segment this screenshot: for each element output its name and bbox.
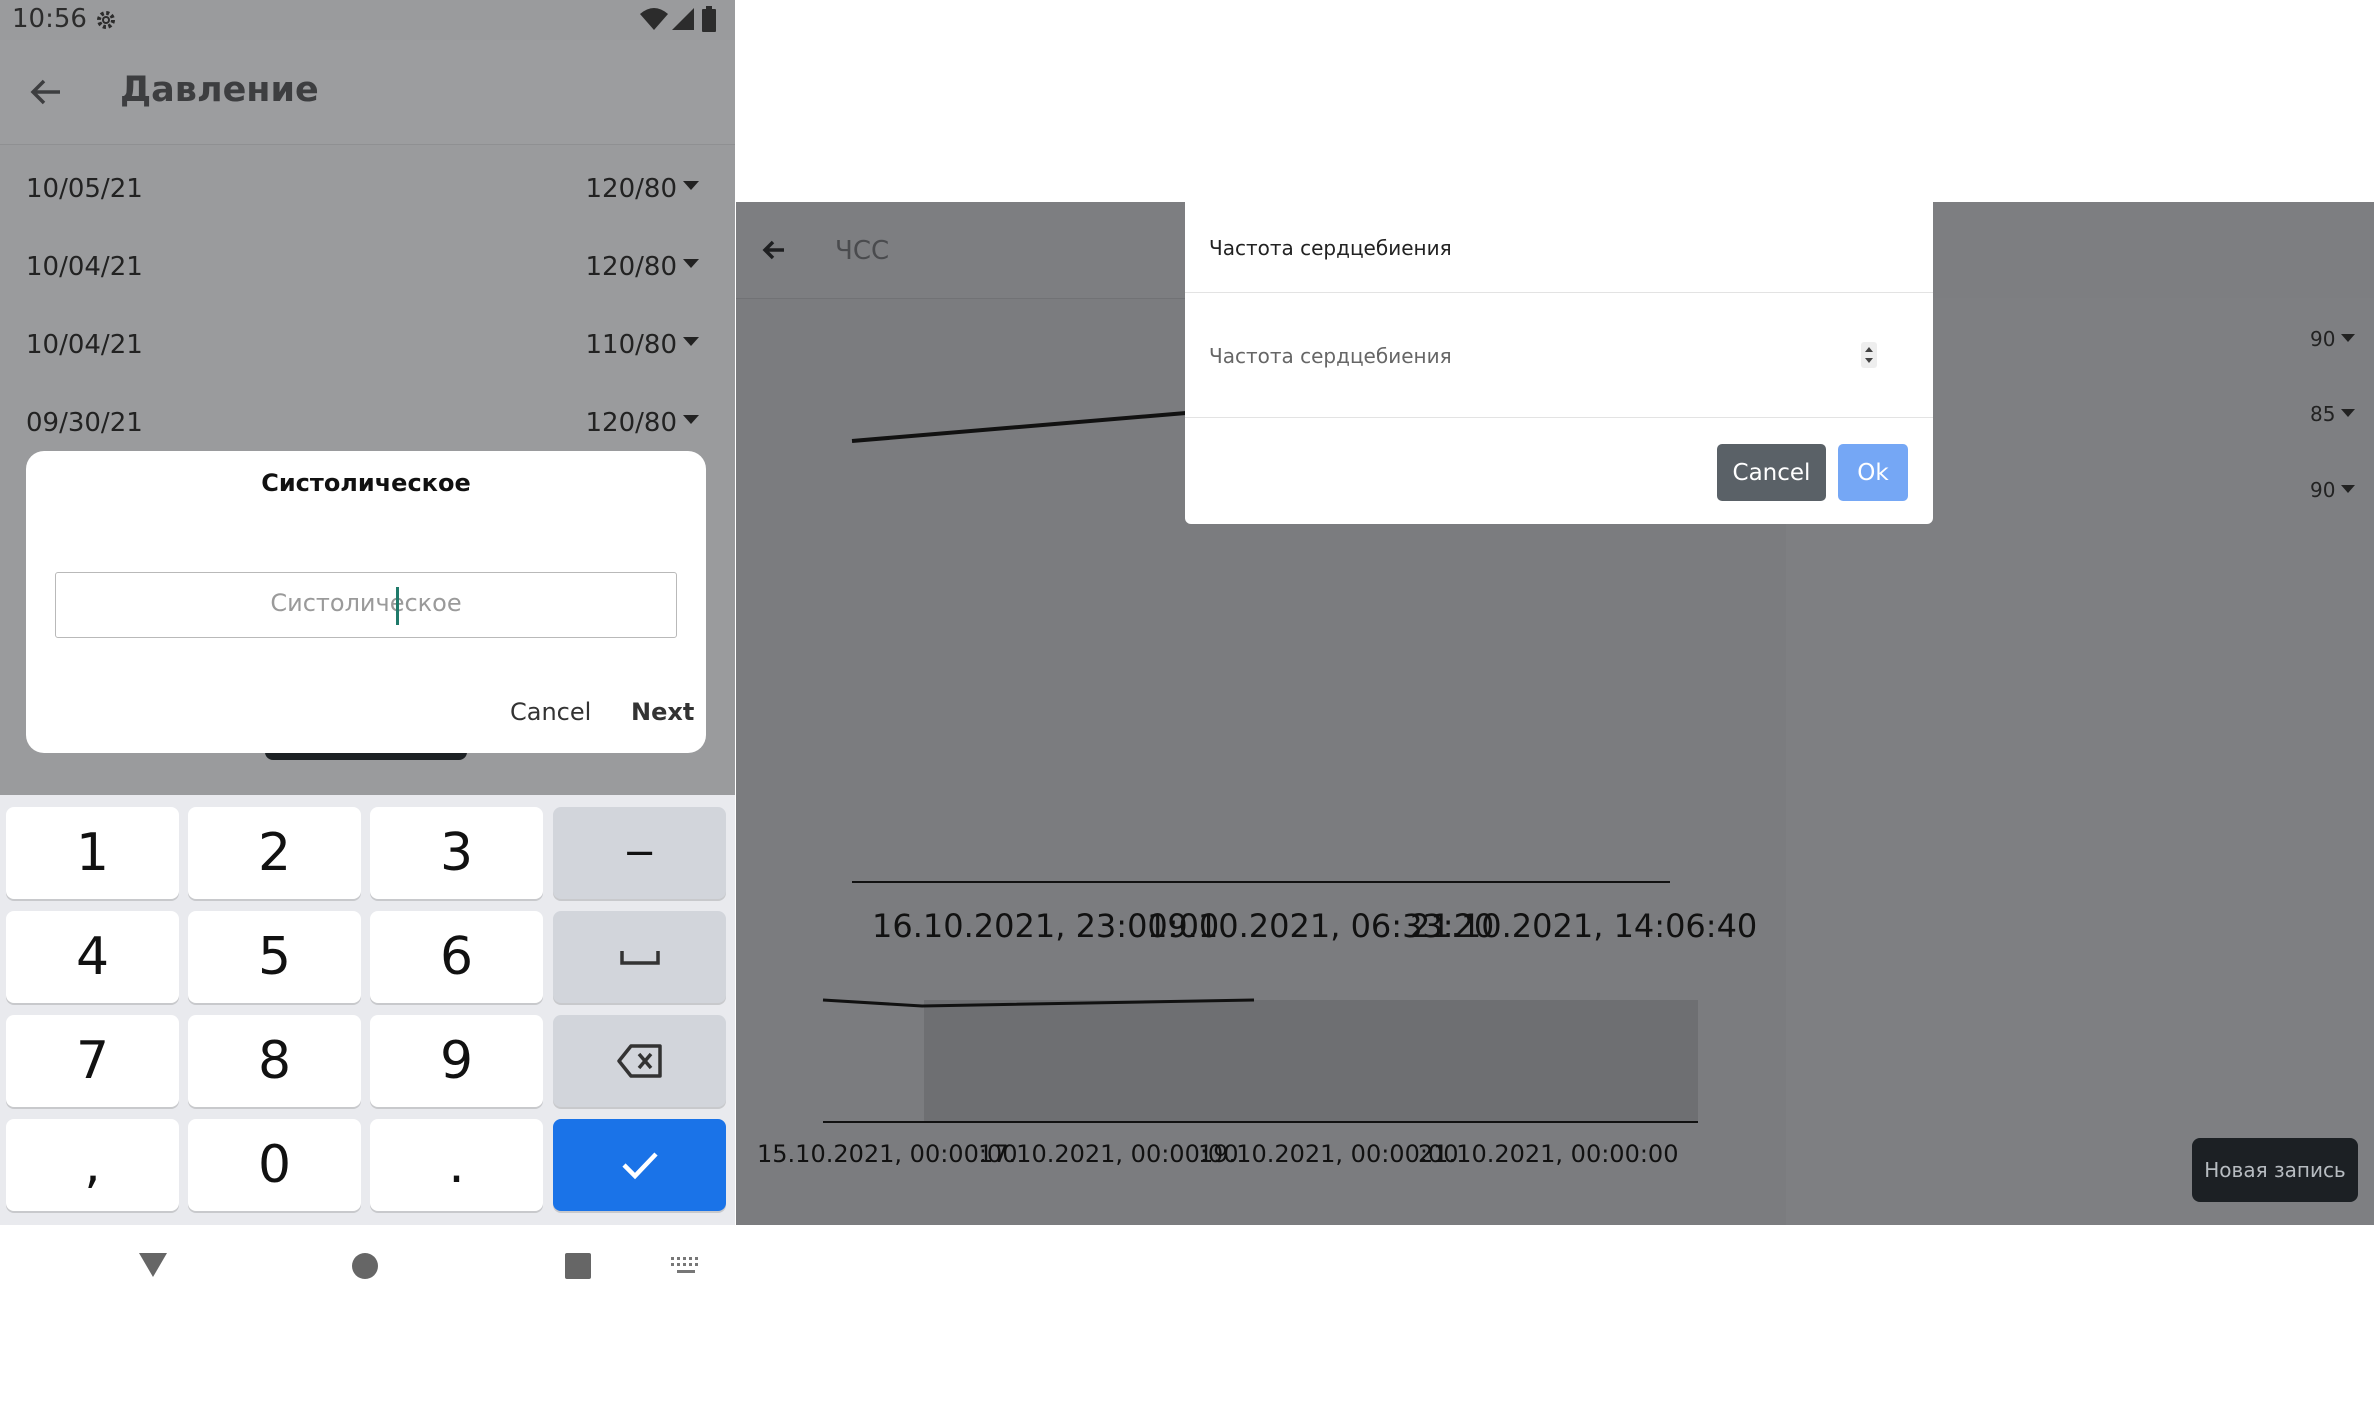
page-title: Давление <box>120 70 319 110</box>
page-title: ЧСС <box>835 236 890 266</box>
backspace-icon <box>616 1044 662 1078</box>
list-item[interactable]: 10/05/21 120/80 <box>0 150 735 228</box>
dropdown-caret-icon <box>683 415 699 424</box>
key-minus[interactable]: − <box>553 807 726 899</box>
ok-button[interactable]: Ok <box>1838 444 1908 501</box>
record-value: 90 <box>2310 478 2336 502</box>
key-backspace[interactable] <box>553 1015 726 1107</box>
number-spinner-icon[interactable] <box>1861 342 1877 368</box>
recents-square-icon[interactable] <box>564 1252 592 1280</box>
key-space[interactable] <box>553 911 726 1003</box>
settings-gear-icon <box>97 11 115 29</box>
list-item-value: 120/80 <box>586 408 699 438</box>
cancel-button[interactable]: Cancel <box>1717 444 1826 501</box>
record-item[interactable]: 90 <box>2310 478 2356 502</box>
record-item[interactable]: 90 <box>2310 327 2356 351</box>
navigator-selection[interactable] <box>924 1000 1698 1122</box>
key-4[interactable]: 4 <box>6 911 179 1003</box>
checkmark-icon <box>621 1152 658 1180</box>
status-bar: 10:56 <box>0 0 735 40</box>
modal-title: Частота сердцебиения <box>1209 236 1452 260</box>
list-item-date: 10/05/21 <box>26 174 143 204</box>
key-2[interactable]: 2 <box>188 807 361 899</box>
x-tick-label: 21.10.2021, 14:06:40 <box>1410 907 1758 945</box>
numeric-keyboard: 1 2 3 − 4 5 6 7 8 9 , 0 . <box>0 795 735 1225</box>
dialog-title: Систолическое <box>261 469 471 497</box>
space-icon <box>619 951 660 965</box>
key-8[interactable]: 8 <box>188 1015 361 1107</box>
android-device: 10:56 Давление 10/05/21 120/80 10/04/21 … <box>0 0 735 1420</box>
input-placeholder: Частота сердцебиения <box>1209 344 1452 368</box>
back-triangle-icon[interactable] <box>137 1251 169 1279</box>
key-comma[interactable]: , <box>6 1119 179 1211</box>
list-item[interactable]: 10/04/21 120/80 <box>0 228 735 306</box>
next-button[interactable]: Next <box>631 698 694 726</box>
key-6[interactable]: 6 <box>370 911 543 1003</box>
divider <box>1185 417 1933 418</box>
key-done[interactable] <box>553 1119 726 1211</box>
signal-icon <box>672 8 694 30</box>
list-item-date: 10/04/21 <box>26 252 143 282</box>
system-navigation-bar <box>0 1225 735 1305</box>
record-value: 85 <box>2310 402 2336 426</box>
home-circle-icon[interactable] <box>351 1252 379 1280</box>
wifi-icon <box>640 8 668 30</box>
key-5[interactable]: 5 <box>188 911 361 1003</box>
systolic-input[interactable]: Систолическое <box>55 572 677 638</box>
keyboard-switch-icon[interactable] <box>670 1255 702 1277</box>
navigator-tick-label: 21.10.2021, 00:00:00 <box>1418 1140 1679 1168</box>
input-placeholder: Систолическое <box>270 589 462 617</box>
dropdown-caret-icon <box>2341 484 2356 493</box>
key-period[interactable]: . <box>370 1119 543 1211</box>
text-cursor <box>396 587 399 625</box>
key-7[interactable]: 7 <box>6 1015 179 1107</box>
back-arrow-icon[interactable] <box>760 236 788 264</box>
status-time: 10:56 <box>12 4 87 34</box>
back-arrow-icon[interactable] <box>26 72 66 112</box>
dropdown-caret-icon <box>683 337 699 346</box>
new-record-button[interactable]: Новая запись <box>2192 1138 2358 1202</box>
list-item[interactable]: 10/04/21 110/80 <box>0 306 735 384</box>
dropdown-caret-icon <box>683 181 699 190</box>
dropdown-caret-icon <box>683 259 699 268</box>
dropdown-caret-icon <box>2341 333 2356 342</box>
key-9[interactable]: 9 <box>370 1015 543 1107</box>
list-item-value: 120/80 <box>586 252 699 282</box>
key-0[interactable]: 0 <box>188 1119 361 1211</box>
battery-icon <box>702 6 716 32</box>
record-value: 90 <box>2310 327 2336 351</box>
list-item-value: 120/80 <box>586 174 699 204</box>
heart-rate-line <box>851 411 1187 443</box>
key-1[interactable]: 1 <box>6 807 179 899</box>
record-item[interactable]: 85 <box>2310 402 2356 426</box>
divider <box>1185 292 1933 293</box>
cancel-button[interactable]: Cancel <box>510 698 591 726</box>
list-item-date: 10/04/21 <box>26 330 143 360</box>
list-item-value: 110/80 <box>586 330 699 360</box>
list-item-date: 09/30/21 <box>26 408 143 438</box>
systolic-input-dialog: Систолическое Систолическое Cancel Next <box>26 451 706 753</box>
key-3[interactable]: 3 <box>370 807 543 899</box>
top-app-bar <box>0 40 735 145</box>
dropdown-caret-icon <box>2341 408 2356 417</box>
heart-rate-modal: Частота сердцебиения Частота сердцебиени… <box>1185 202 1933 524</box>
